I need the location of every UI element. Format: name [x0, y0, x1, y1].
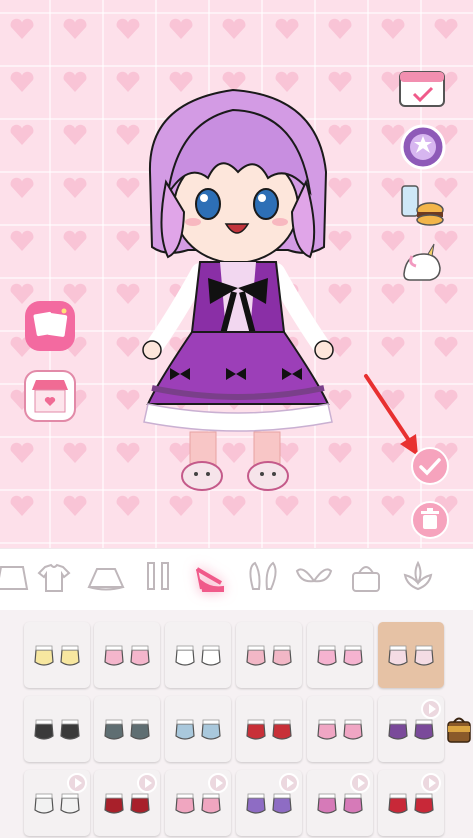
trash-icon[interactable]	[410, 500, 450, 540]
shoes-icon	[195, 567, 224, 592]
shoe-pair-icon	[175, 719, 221, 740]
food-icon[interactable]	[398, 182, 446, 230]
video-unlock-icon[interactable]	[279, 773, 299, 793]
tab-shirt-icon[interactable]	[30, 549, 78, 605]
video-unlock-icon[interactable]	[421, 773, 441, 793]
shop-icon[interactable]	[24, 370, 76, 422]
calendar-icon[interactable]	[398, 68, 446, 108]
video-unlock-icon[interactable]	[350, 773, 370, 793]
item-pink-bow-flats[interactable]	[165, 770, 231, 836]
item-red-heels[interactable]	[236, 696, 302, 762]
treasure-bag-icon[interactable]	[446, 716, 472, 744]
shoe-pair-icon	[104, 645, 150, 666]
ears-icon	[249, 561, 277, 590]
shirt-icon	[37, 563, 71, 592]
item-pink-maryjane-shoes[interactable]	[94, 622, 160, 688]
shoe-pair-icon	[246, 645, 292, 666]
skirt-icon	[87, 568, 125, 591]
shoe-pair-icon	[388, 645, 434, 666]
tab-flower-icon[interactable]	[394, 549, 442, 605]
item-red-bow-shoes[interactable]	[378, 770, 444, 836]
video-unlock-icon[interactable]	[421, 699, 441, 719]
photo-album-icon[interactable]	[24, 300, 76, 352]
tab-ears-icon[interactable]	[238, 549, 286, 605]
tab-skirt-icon[interactable]	[82, 549, 130, 605]
dress-up-scene	[0, 0, 473, 548]
star-badge-icon[interactable]	[400, 124, 446, 170]
item-white-pink-slippers[interactable]	[378, 622, 444, 688]
confirm-check-icon[interactable]	[410, 446, 450, 486]
video-unlock-icon[interactable]	[208, 773, 228, 793]
shoe-pair-icon	[317, 645, 363, 666]
item-grid	[0, 610, 473, 838]
stockings-icon	[147, 562, 169, 590]
item-white-flats[interactable]	[24, 770, 90, 836]
bag-icon	[352, 566, 380, 592]
item-blue-bow-shoes[interactable]	[165, 696, 231, 762]
item-pink-flats[interactable]	[307, 622, 373, 688]
shoe-pair-icon	[317, 719, 363, 740]
shoe-pair-icon	[34, 645, 80, 666]
chibi-character[interactable]	[138, 82, 338, 502]
tab-shoes-icon[interactable]	[186, 549, 234, 605]
item-red-maryjanes[interactable]	[94, 770, 160, 836]
shoe-pair-icon	[104, 719, 150, 740]
item-gray-bow-shoes[interactable]	[94, 696, 160, 762]
tab-bag-icon[interactable]	[342, 549, 390, 605]
tab-stockings-icon[interactable]	[134, 549, 182, 605]
shoe-pair-icon	[246, 719, 292, 740]
tab-wings-icon[interactable]	[290, 549, 338, 605]
category-tabs	[0, 548, 473, 611]
item-pink-ribbon-shoes[interactable]	[307, 770, 373, 836]
item-black-strap-sandals[interactable]	[24, 696, 90, 762]
item-purple-bow-shoes[interactable]	[236, 770, 302, 836]
video-unlock-icon[interactable]	[67, 773, 87, 793]
item-bunny-slippers[interactable]	[165, 622, 231, 688]
cape-icon	[0, 566, 29, 590]
shoe-pair-icon	[175, 645, 221, 666]
item-purple-gold-heels[interactable]	[378, 696, 444, 762]
item-pink-heels[interactable]	[307, 696, 373, 762]
video-unlock-icon[interactable]	[137, 773, 157, 793]
item-yellow-socks-shoes[interactable]	[24, 622, 90, 688]
flower-icon	[403, 560, 433, 591]
shoe-pair-icon	[34, 719, 80, 740]
wings-icon	[295, 568, 333, 583]
unicorn-icon[interactable]	[398, 242, 446, 286]
item-pink-boots[interactable]	[236, 622, 302, 688]
